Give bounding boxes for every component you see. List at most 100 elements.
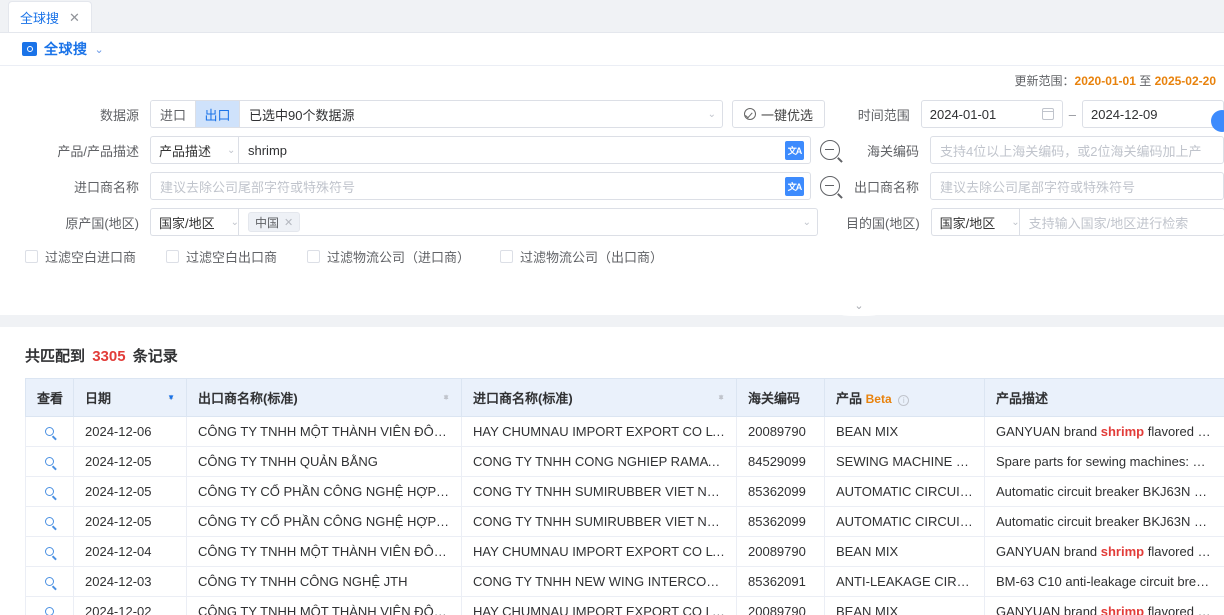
table-row[interactable]: 2024-12-06 CÔNG TY TNHH MỘT THÀNH VIÊN Đ… xyxy=(25,416,1224,447)
checkbox-filter-blank-importer[interactable]: 过滤空白进口商 xyxy=(25,247,136,266)
destination-country-input[interactable]: 支持输入国家/地区进行检索 xyxy=(1018,208,1224,236)
hs-code-cell: 84529099 xyxy=(736,446,825,477)
collapse-panel-toggle[interactable]: ⌄ xyxy=(835,299,883,316)
beta-badge: Beta xyxy=(865,392,892,406)
sort-icon[interactable]: ▲ ▼ xyxy=(167,393,175,402)
view-cell[interactable] xyxy=(25,536,74,567)
chevron-down-icon[interactable]: ⌄ xyxy=(95,43,104,56)
close-icon[interactable]: ✕ xyxy=(284,216,293,229)
fuzzy-search-icon[interactable] xyxy=(820,140,840,160)
table-row[interactable]: 2024-12-02 CÔNG TY TNHH MỘT THÀNH VIÊN Đ… xyxy=(25,596,1224,615)
product-cell[interactable]: BEAN MIX xyxy=(824,416,985,447)
col-date[interactable]: 日期 ▲ ▼ xyxy=(73,378,187,417)
direction-export-option[interactable]: 出口 xyxy=(195,101,239,127)
checkbox-filter-blank-exporter[interactable]: 过滤空白出口商 xyxy=(166,247,277,266)
update-range-end: 2025-02-20 xyxy=(1154,74,1216,88)
checkbox-icon[interactable] xyxy=(500,249,514,263)
result-count-prefix: 共匹配到 xyxy=(25,348,86,365)
origin-type-select[interactable]: 国家/地区 ⌄ xyxy=(150,208,239,236)
view-cell[interactable] xyxy=(25,416,74,447)
exporter-cell[interactable]: CÔNG TY CỔ PHẦN CÔNG NGHỆ HỢP LONG xyxy=(186,476,462,507)
view-cell[interactable] xyxy=(25,476,74,507)
label-data-source: 数据源 xyxy=(99,107,139,123)
date-end-input[interactable]: 2024-12-09 xyxy=(1082,100,1224,128)
table-row[interactable]: 2024-12-05 CÔNG TY CỔ PHẦN CÔNG NGHỆ HỢP… xyxy=(25,476,1224,507)
exporter-cell[interactable]: CÔNG TY TNHH QUẢN BẰNG xyxy=(186,446,462,477)
exporter-name-input[interactable]: 建议去除公司尾部字符或特殊符号 xyxy=(930,172,1224,200)
product-cell[interactable]: BEAN MIX xyxy=(824,536,985,567)
view-cell[interactable] xyxy=(25,566,74,597)
importer-cell[interactable]: CONG TY TNHH SUMIRUBBER VIET NAM xyxy=(461,476,737,507)
info-icon[interactable]: i xyxy=(898,395,910,406)
translate-icon[interactable]: 文A xyxy=(785,176,804,196)
checkbox-icon[interactable] xyxy=(307,249,321,263)
col-importer[interactable]: 进口商名称(标准) ▲ ▼ xyxy=(461,378,737,417)
product-cell[interactable]: AUTOMATIC CIRCUIT ... xyxy=(824,476,985,507)
search-icon[interactable] xyxy=(45,487,54,496)
label-importer: 进口商名称 xyxy=(73,179,139,195)
exporter-cell[interactable]: CÔNG TY TNHH CÔNG NGHỆ JTH xyxy=(186,566,462,597)
search-icon[interactable] xyxy=(45,457,54,466)
search-icon[interactable] xyxy=(45,607,54,615)
table-row[interactable]: 2024-12-03 CÔNG TY TNHH CÔNG NGHỆ JTH CO… xyxy=(25,566,1224,597)
exporter-cell[interactable]: CÔNG TY CỔ PHẦN CÔNG NGHỆ HỢP LONG xyxy=(186,506,462,537)
destination-type-select[interactable]: 国家/地区 ⌄ xyxy=(930,208,1020,236)
hs-code-input[interactable]: 支持4位以上海关编码，或2位海关编码加上产 xyxy=(930,136,1224,164)
importer-cell[interactable]: CONG TY TNHH SUMIRUBBER VIET NAM xyxy=(461,506,737,537)
col-product: 产品 Beta i xyxy=(824,378,985,417)
search-icon[interactable] xyxy=(45,517,54,526)
checkbox-icon[interactable] xyxy=(25,249,38,263)
importer-cell[interactable]: CONG TY TNHH NEW WING INTERCONNE... xyxy=(461,566,737,597)
search-icon[interactable] xyxy=(45,427,54,436)
date-cell: 2024-12-05 xyxy=(73,476,187,507)
checkbox-filter-logistics-importer[interactable]: 过滤物流公司（进口商） xyxy=(307,247,470,266)
product-search-input[interactable]: shrimp 文A xyxy=(238,136,811,164)
importer-cell[interactable]: CONG TY TNHH CONG NGHIEP RAMATEX ... xyxy=(461,446,737,477)
data-source-select[interactable]: 已选中90个数据源 ⌄ xyxy=(239,100,723,128)
col-exporter[interactable]: 出口商名称(标准) ▲ ▼ xyxy=(186,378,462,417)
translate-icon[interactable]: 文A xyxy=(785,140,804,160)
product-cell[interactable]: BEAN MIX xyxy=(824,596,985,615)
view-cell[interactable] xyxy=(25,446,74,477)
view-cell[interactable] xyxy=(25,596,74,615)
importer-cell[interactable]: HAY CHUMNAU IMPORT EXPORT CO LTD xyxy=(461,536,737,567)
exporter-cell[interactable]: CÔNG TY TNHH MỘT THÀNH VIÊN ĐÔNG ... xyxy=(186,596,462,615)
view-cell[interactable] xyxy=(25,506,74,537)
destination-country-placeholder: 支持输入国家/地区进行检索 xyxy=(1028,215,1189,231)
origin-country-input[interactable]: 中国 ✕ ⌄ xyxy=(238,208,818,236)
one-click-optimize-button[interactable]: 一键优选 xyxy=(731,100,825,128)
tab-global-search[interactable]: 全球搜 ✕ xyxy=(8,1,92,32)
label-origin-country: 原产国(地区) xyxy=(65,215,139,231)
importer-cell[interactable]: HAY CHUMNAU IMPORT EXPORT CO LTD xyxy=(461,416,737,447)
col-product-desc-label: 产品描述 xyxy=(996,391,1049,406)
col-product-label: 产品 xyxy=(836,391,863,406)
table-row[interactable]: 2024-12-05 CÔNG TY CỔ PHẦN CÔNG NGHỆ HỢP… xyxy=(25,506,1224,537)
exporter-cell[interactable]: CÔNG TY TNHH MỘT THÀNH VIÊN ĐÔNG ... xyxy=(186,536,462,567)
date-start-input[interactable]: 2024-01-01 xyxy=(920,100,1063,128)
data-source-direction-toggle[interactable]: 进口 出口 xyxy=(150,100,239,128)
form-row-data-source: 数据源 进口 出口 已选中90个数据源 ⌄ 一键优选 时间范围 2024-01-… xyxy=(0,96,1224,132)
sort-icon[interactable]: ▲ ▼ xyxy=(442,393,450,402)
checkbox-filter-logistics-exporter[interactable]: 过滤物流公司（出口商） xyxy=(500,247,663,266)
search-icon[interactable] xyxy=(45,577,54,586)
product-cell[interactable]: AUTOMATIC CIRCUIT ... xyxy=(824,506,985,537)
table-row[interactable]: 2024-12-04 CÔNG TY TNHH MỘT THÀNH VIÊN Đ… xyxy=(25,536,1224,567)
close-icon[interactable]: ✕ xyxy=(69,11,80,24)
product-cell[interactable]: SEWING MACHINE PA... xyxy=(824,446,985,477)
product-type-select[interactable]: 产品描述 ⌄ xyxy=(150,136,238,164)
direction-import-option[interactable]: 进口 xyxy=(151,101,195,127)
exporter-cell[interactable]: CÔNG TY TNHH MỘT THÀNH VIÊN ĐÔNG ... xyxy=(186,416,462,447)
filter-checkbox-row: 过滤空白进口商 过滤空白出口商 过滤物流公司（进口商） 过滤物流公司（出口商） xyxy=(0,240,1224,272)
search-icon[interactable] xyxy=(45,547,54,556)
date-cell: 2024-12-04 xyxy=(73,536,187,567)
checkbox-icon[interactable] xyxy=(166,249,180,263)
product-desc-cell: Automatic circuit breaker BKJ63N 2P... xyxy=(984,506,1224,537)
table-row[interactable]: 2024-12-05 CÔNG TY TNHH QUẢN BẰNG CONG T… xyxy=(25,446,1224,477)
importer-cell[interactable]: HAY CHUMNAU IMPORT EXPORT CO LTD xyxy=(461,596,737,615)
hs-code-cell: 20089790 xyxy=(736,596,825,615)
sort-icon[interactable]: ▲ ▼ xyxy=(717,393,725,402)
importer-name-input[interactable]: 建议去除公司尾部字符或特殊符号 文A xyxy=(150,172,811,200)
fuzzy-search-icon[interactable] xyxy=(820,176,840,196)
checkbox-label: 过滤物流公司（出口商） xyxy=(520,249,664,265)
product-cell[interactable]: ANTI-LEAKAGE CIRCUI... xyxy=(824,566,985,597)
